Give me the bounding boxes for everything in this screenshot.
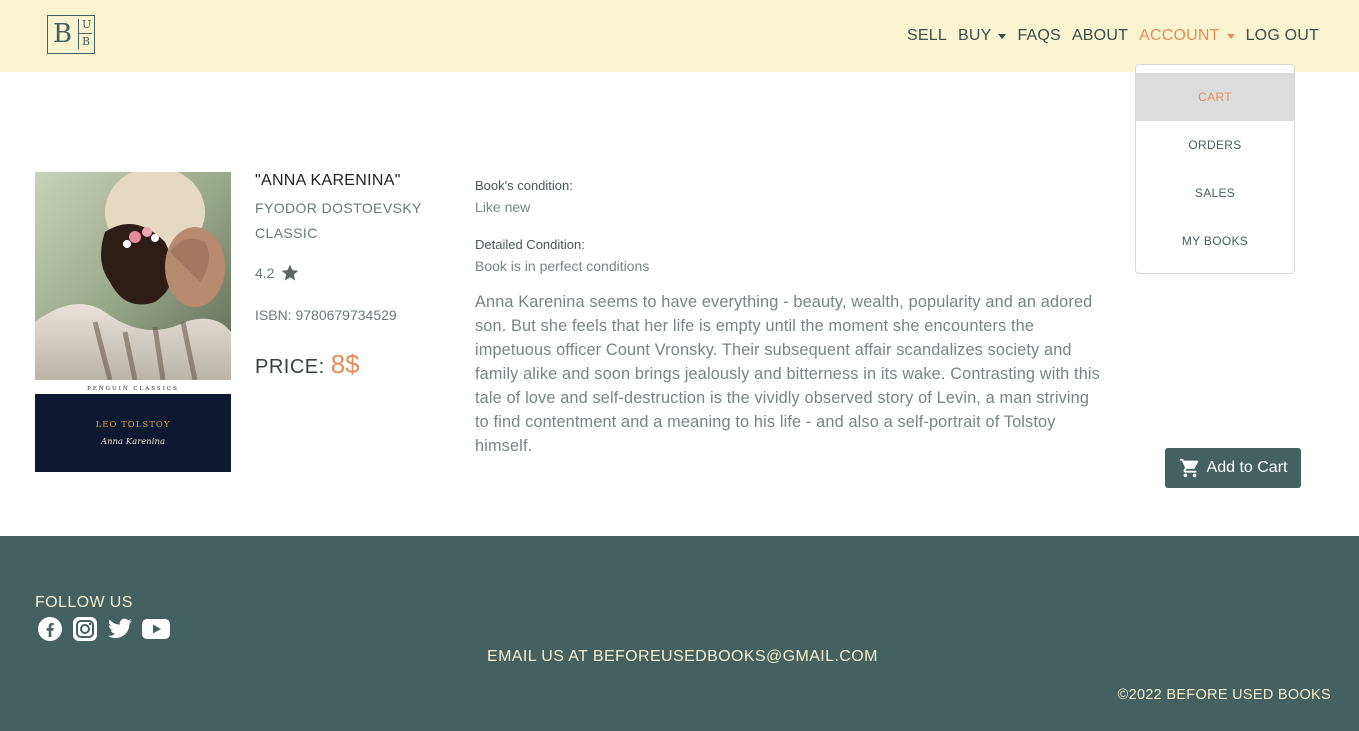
book-author[interactable]: FYODOR DOSTOEVSKY (255, 200, 455, 216)
nav-faqs[interactable]: FAQS (1017, 27, 1060, 45)
youtube-icon[interactable] (142, 616, 170, 642)
book-cover-image: PENGUIN CLASSICS LEO TOLSTOY Anna Kareni… (35, 172, 231, 472)
detailed-condition-label: Detailed Condition: (475, 237, 585, 252)
star-icon (282, 264, 299, 281)
logo-divider (78, 19, 79, 49)
contact-email[interactable]: EMAIL US AT BEFOREUSEDBOOKS@GMAIL.COM (487, 648, 878, 666)
navbar: B U B SELL BUY FAQS ABOUT ACCOUNT LOG OU… (0, 0, 1359, 72)
site-logo[interactable]: B U B (47, 15, 95, 54)
main-nav: SELL BUY FAQS ABOUT ACCOUNT LOG OUT (896, 25, 1319, 47)
nav-sell-label: SELL (907, 27, 947, 44)
dropdown-item-sales[interactable]: SALES (1136, 169, 1294, 217)
rating-value: 4.2 (255, 265, 275, 281)
cover-author: LEO TOLSTOY (96, 420, 171, 430)
condition-value: Like new (475, 199, 531, 215)
footer: FOLLOW US EMAIL US AT BEFOREUSEDBOOKS@GM… (0, 536, 1359, 731)
nav-account-label: ACCOUNT (1139, 27, 1220, 44)
nav-account[interactable]: ACCOUNT (1139, 27, 1235, 45)
cover-title: Anna Karenina (100, 437, 165, 447)
chevron-down-icon (1226, 33, 1235, 39)
twitter-icon[interactable] (107, 616, 133, 642)
logo-letter-b: B (53, 19, 73, 49)
nav-faqs-label: FAQS (1017, 27, 1061, 44)
add-to-cart-button[interactable]: Add to Cart (1165, 448, 1301, 488)
social-links (37, 616, 177, 642)
account-dropdown: CART ORDERS SALES MY BOOKS (1135, 64, 1295, 274)
logo-rule (79, 33, 92, 34)
book-rating: 4.2 (255, 263, 455, 283)
condition-label: Book's condition: (475, 178, 573, 193)
book-isbn: ISBN: 9780679734529 (255, 307, 397, 323)
dropdown-item-cart[interactable]: CART (1136, 73, 1294, 121)
dropdown-item-orders[interactable]: ORDERS (1136, 121, 1294, 169)
copyright: ©2022 BEFORE USED BOOKS (1117, 687, 1331, 703)
cart-icon (1179, 458, 1198, 478)
nav-logout[interactable]: LOG OUT (1246, 27, 1319, 45)
instagram-icon[interactable] (72, 616, 98, 642)
book-genre[interactable]: CLASSIC (255, 225, 455, 241)
logo-letter-b-small: B (82, 35, 91, 48)
book-title: "ANNA KARENINA" (255, 172, 401, 189)
detailed-condition-value: Book is in perfect conditions (475, 258, 650, 274)
book-details: Book's condition: Like new Detailed Cond… (475, 178, 1105, 458)
facebook-icon[interactable] (37, 616, 63, 642)
dropdown-item-my-books[interactable]: MY BOOKS (1136, 217, 1294, 265)
chevron-down-icon (998, 33, 1007, 39)
nav-about[interactable]: ABOUT (1072, 27, 1128, 45)
book-cover-art: PENGUIN CLASSICS LEO TOLSTOY Anna Kareni… (35, 172, 231, 472)
follow-us-label: FOLLOW US (35, 594, 133, 611)
nav-buy-label: BUY (957, 27, 992, 44)
price-label: PRICE: (255, 356, 325, 378)
price-value: 8$ (330, 349, 360, 379)
logo-letter-u: U (82, 18, 92, 31)
nav-about-label: ABOUT (1071, 27, 1129, 44)
nav-logout-label: LOG OUT (1245, 27, 1319, 44)
book-price: PRICE: 8$ (255, 349, 455, 380)
cover-publisher: PENGUIN CLASSICS (87, 386, 179, 392)
nav-buy[interactable]: BUY (958, 27, 1007, 45)
book-info: "ANNA KARENINA" FYODOR DOSTOEVSKY CLASSI… (255, 172, 455, 380)
nav-sell[interactable]: SELL (907, 27, 947, 45)
add-to-cart-label: Add to Cart (1206, 459, 1288, 476)
book-description: Anna Karenina seems to have everything -… (475, 293, 1100, 455)
